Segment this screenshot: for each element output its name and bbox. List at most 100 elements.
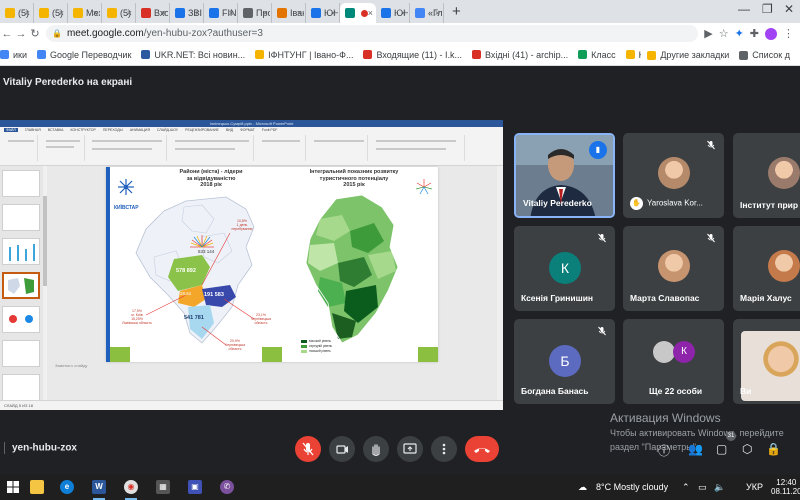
tab-close-icon[interactable]: ×	[263, 8, 268, 18]
ribbon-tab[interactable]: ФАЙЛ	[4, 127, 18, 132]
language-indicator[interactable]: УКР	[746, 475, 763, 500]
browser-tab[interactable]: (5) ×	[102, 3, 136, 23]
camera-button[interactable]	[329, 436, 355, 462]
tab-close-icon[interactable]: ×	[401, 8, 406, 18]
tab-close-icon[interactable]: ×	[331, 8, 336, 18]
browser-tab-active[interactable]: ×	[340, 3, 376, 23]
viber-icon[interactable]: ✆	[220, 480, 234, 494]
browser-tab[interactable]: ЮН×	[306, 3, 340, 23]
ribbon-tab[interactable]: СЛАЙД-ШОУ	[157, 128, 178, 132]
bookmark-star-icon[interactable]: ☆	[719, 27, 729, 40]
reading-list[interactable]: Список д	[739, 50, 790, 60]
reload-icon[interactable]: ↻	[28, 27, 42, 40]
network-icon[interactable]: ▭	[698, 475, 707, 500]
host-controls-button[interactable]: 🔒	[766, 442, 781, 456]
browser-tab[interactable]: «Гл ×	[410, 3, 444, 23]
menu-icon[interactable]: ⋮	[783, 27, 794, 40]
activities-button[interactable]: ⬡	[742, 442, 752, 456]
browser-tab[interactable]: FIN ×	[204, 3, 238, 23]
slide-thumb[interactable]	[2, 238, 40, 265]
tab-close-icon[interactable]: ×	[127, 8, 132, 18]
browser-tab[interactable]: ЗВІ ×	[170, 3, 204, 23]
speaker-icon[interactable]: 🔈	[714, 475, 725, 500]
tab-close-icon[interactable]: ×	[195, 8, 200, 18]
ribbon-tab[interactable]: ФОРМАТ	[240, 128, 255, 132]
extension-icon[interactable]: ✦	[735, 27, 744, 40]
other-bookmarks[interactable]: Другие закладки	[647, 50, 729, 60]
bookmark-item[interactable]: Входящие (11) - I.k...	[363, 50, 462, 60]
participant-tile[interactable]: ▮ Vitaliy Perederko	[514, 133, 615, 218]
bookmark-item[interactable]: Google Переводчик	[37, 50, 131, 60]
puzzle-icon[interactable]: ✚	[750, 27, 759, 40]
participant-tile[interactable]: К Ксенія Гринишин	[514, 226, 615, 311]
browser-tab[interactable]: ЮН×	[376, 3, 410, 23]
back-icon[interactable]: ←	[0, 28, 14, 40]
bookmark-item[interactable]: Вхідні (41) - archip...	[471, 50, 568, 60]
tab-close-icon[interactable]: ×	[161, 8, 166, 18]
edge-icon[interactable]: e	[60, 480, 74, 494]
tray-arrow-icon[interactable]: ⌃	[682, 475, 690, 500]
ribbon-tab[interactable]: ГЛАВНАЯ	[25, 128, 41, 132]
tab-close-icon[interactable]: ×	[368, 8, 373, 18]
participant-tile[interactable]: Марія Халус	[733, 226, 800, 311]
ribbon-tab[interactable]: ВСТАВКА	[48, 128, 64, 132]
tab-close-icon[interactable]: ×	[229, 8, 234, 18]
word-icon[interactable]: W	[92, 480, 106, 500]
bookmark-item[interactable]: UKR.NET: Всі новин...	[141, 50, 245, 60]
clock[interactable]: 12:40 08.11.20	[771, 478, 800, 496]
present-button[interactable]	[397, 436, 423, 462]
mic-off-button[interactable]	[295, 436, 321, 462]
teams-icon[interactable]: ▣	[188, 480, 202, 494]
weather-text[interactable]: 8°C Mostly cloudy	[596, 475, 668, 500]
ribbon-tab[interactable]: Foxit PDF	[262, 128, 278, 132]
slide-scrollbar[interactable]	[497, 166, 503, 400]
slide-thumb-selected[interactable]	[2, 272, 40, 299]
participant-tile[interactable]: К Ще 22 особи	[623, 319, 724, 404]
slide-thumb[interactable]	[2, 170, 40, 197]
maximize-button[interactable]: ❐	[762, 2, 773, 16]
end-call-button[interactable]	[465, 436, 499, 462]
participant-tile[interactable]: ✋ Yaroslava Kor...	[623, 133, 724, 218]
participant-tile[interactable]: Б Богдана Банась	[514, 319, 615, 404]
address-bar[interactable]: 🔒 meet.google.com/yen-hubu-zox?authuser=…	[46, 25, 699, 42]
browser-tab[interactable]: Іван×	[272, 3, 306, 23]
forward-icon[interactable]: →	[14, 28, 28, 40]
minimize-button[interactable]: —	[738, 2, 750, 16]
new-tab-button[interactable]: +	[444, 3, 469, 23]
slide-thumb[interactable]	[2, 340, 40, 367]
chrome-icon[interactable]: ◉	[124, 480, 138, 500]
chat-button[interactable]: ▢	[716, 442, 727, 456]
tab-close-icon[interactable]: ×	[93, 8, 98, 18]
ribbon-tab[interactable]: КОНСТРУКТОР	[71, 128, 96, 132]
raise-hand-button[interactable]	[363, 436, 389, 462]
ribbon-tab[interactable]: ВИД	[226, 128, 233, 132]
ribbon-tab[interactable]: АНИМАЦИЯ	[130, 128, 150, 132]
slide-thumb[interactable]	[2, 204, 40, 231]
meeting-details-button[interactable]: ⓘ	[658, 442, 670, 459]
camera-indicator-icon[interactable]: ▶	[704, 27, 712, 40]
participant-tile[interactable]: Марта Славопас	[623, 226, 724, 311]
tab-close-icon[interactable]: ×	[59, 8, 64, 18]
browser-tab[interactable]: Мех×	[68, 3, 102, 23]
people-button[interactable]: 👥	[688, 442, 703, 456]
participant-tile[interactable]: Ви	[733, 319, 800, 404]
tab-close-icon[interactable]: ×	[435, 8, 440, 18]
browser-tab[interactable]: (5) ×	[34, 3, 68, 23]
close-window-button[interactable]: ✕	[784, 2, 794, 16]
tab-close-icon[interactable]: ×	[25, 8, 30, 18]
weather-icon[interactable]: ☁	[578, 475, 587, 500]
ribbon-tab[interactable]: ПЕРЕХОДЫ	[103, 128, 123, 132]
calculator-icon[interactable]: ▦	[156, 480, 170, 494]
tab-close-icon[interactable]: ×	[297, 8, 302, 18]
browser-tab[interactable]: Вхо ×	[136, 3, 170, 23]
more-options-button[interactable]	[431, 436, 457, 462]
bookmark-item[interactable]: Класс	[578, 50, 616, 60]
bookmark-item[interactable]: ики	[0, 50, 27, 60]
start-icon[interactable]	[6, 480, 20, 494]
bookmark-item[interactable]: ІФНТУНГ | Івано-Ф...	[255, 50, 353, 60]
browser-tab[interactable]: (5) ×	[0, 3, 34, 23]
ribbon-tab[interactable]: РЕЦЕНЗИРОВАНИЕ	[185, 128, 219, 132]
participant-tile[interactable]: Інститут прир	[733, 133, 800, 218]
profile-avatar[interactable]	[765, 27, 777, 40]
slide-thumb[interactable]	[2, 374, 40, 401]
